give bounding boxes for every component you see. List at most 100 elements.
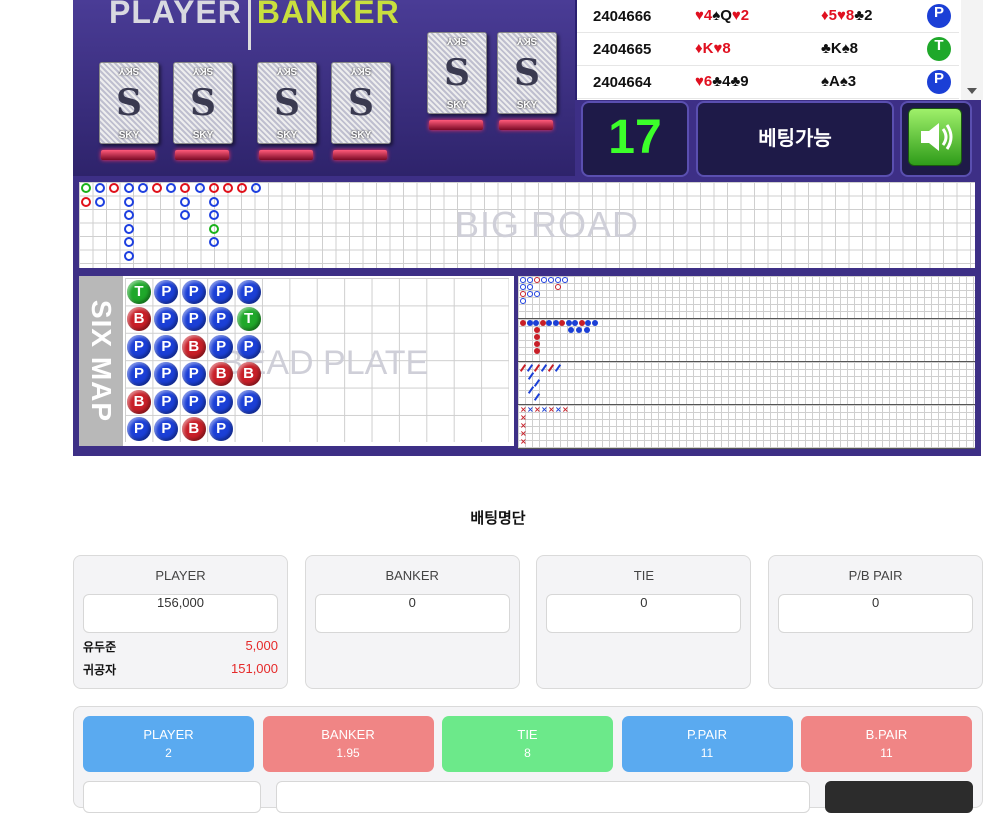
small-road-mark: [534, 348, 540, 354]
card-slot: [333, 150, 387, 160]
small-road-mark: [520, 320, 526, 326]
six-map-tab: SIX MAP: [79, 276, 123, 446]
player-ring: [180, 210, 191, 220]
cockroach-mark: [526, 364, 534, 372]
card-back: S SKY SKY: [427, 32, 487, 114]
round-id: 2404665: [593, 41, 652, 58]
big-eye-mark: [527, 284, 533, 290]
card-value: ♣4: [712, 73, 731, 90]
odds-value: 1.95: [336, 746, 360, 760]
player-cards: ♥4♠Q♥2: [695, 7, 749, 24]
player-ring: [137, 183, 148, 193]
player-side-label: PLAYER: [109, 0, 242, 30]
tie-ring: [81, 183, 91, 193]
player-ring: [123, 183, 134, 193]
card-symbol: S: [514, 52, 540, 94]
bead-b: B: [127, 389, 151, 414]
small-road-mark: [576, 327, 582, 333]
small-road-mark: [533, 320, 539, 326]
cockroach-mark: [527, 386, 535, 394]
card-symbol: S: [444, 52, 470, 94]
bet-total-field: 156,000: [83, 594, 278, 633]
baccarat-game-panel: PLAYER BANKER S SKY SKY S SKY SKY S SKY SKY S SKY SK…: [73, 0, 983, 456]
small-road-mark: [552, 320, 559, 326]
card-value: ♣K: [821, 40, 842, 57]
result-badge: P: [927, 70, 951, 94]
big-eye-mark: [520, 291, 526, 297]
banker-ring: [81, 196, 91, 207]
bead-p: P: [209, 417, 234, 441]
card-slot: [259, 150, 313, 160]
result-badge: P: [927, 4, 951, 28]
bead-b: B: [236, 362, 261, 387]
card-brand: SKY: [516, 35, 538, 46]
bead-p: P: [154, 334, 179, 359]
extra-mark: ×: [562, 405, 569, 414]
big-eye-mark: [520, 298, 526, 304]
speaker-icon: [921, 123, 953, 151]
card-brand: SKY: [118, 130, 140, 141]
player-ring: [208, 196, 219, 207]
bet-box-title: P/B PAIR: [848, 568, 903, 583]
card-value: ♥8: [837, 7, 855, 24]
odds-button-player[interactable]: PLAYER 2: [83, 716, 254, 772]
card-symbol: S: [274, 82, 300, 124]
bet-total-field: 0: [778, 594, 974, 633]
history-row[interactable]: 2404666 ♥4♠Q♥2 ♦5♥8♣2 P: [577, 0, 959, 33]
small-road-mark: [559, 320, 565, 326]
odds-name: B.PAIR: [865, 727, 908, 742]
big-eye-mark: [534, 277, 540, 283]
bead-p: P: [209, 389, 234, 414]
round-history-list: 2404666 ♥4♠Q♥2 ♦5♥8♣2 P 2404665 ♦K♥8 ♣K♠8 T 2404…: [575, 0, 983, 100]
player-ring: [194, 183, 205, 193]
bet-list-title: 배팅명단: [470, 509, 526, 527]
sound-toggle-button[interactable]: [908, 108, 962, 166]
sound-control: [900, 101, 972, 177]
odds-button-ppair[interactable]: P.PAIR 11: [621, 716, 793, 772]
odds-button-bpair[interactable]: B.PAIR 11: [801, 716, 972, 772]
card-slot: [429, 120, 483, 130]
history-row[interactable]: 2404665 ♦K♥8 ♣K♠8 T: [577, 33, 959, 66]
bead-p: P: [154, 280, 179, 304]
card-brand: SKY: [350, 65, 372, 76]
card-brand: SKY: [350, 130, 372, 141]
odds-button-tie[interactable]: TIE 8: [442, 716, 613, 772]
amount-input[interactable]: [276, 781, 810, 813]
card-back: S SKY SKY: [99, 62, 159, 144]
banker-cards: ♦5♥8♣2: [821, 7, 872, 24]
six-map-label: SIX MAP: [86, 299, 117, 423]
card-value: ♣9: [730, 73, 749, 90]
tie-ring: [208, 223, 219, 234]
big-eye-mark: [520, 277, 526, 283]
card-slot: [175, 150, 229, 160]
bead-p: P: [181, 389, 206, 414]
bet-box-title: PLAYER: [155, 568, 206, 583]
bead-b: B: [127, 307, 151, 332]
chip-input[interactable]: [83, 781, 261, 813]
bettor-name: 귀공자: [83, 663, 117, 677]
bettor-amount: 151,000: [231, 661, 278, 676]
player-cards: ♦K♥8: [695, 40, 731, 57]
confirm-bet-button[interactable]: [825, 781, 973, 813]
small-road-mark: [534, 334, 540, 340]
small-road-mark: [572, 320, 578, 326]
bettor-row: 유두준 5,000: [83, 638, 278, 655]
big-eye-mark: [534, 291, 540, 297]
odds-button-banker[interactable]: BANKER 1.95: [262, 716, 434, 772]
extra-mark: ×: [527, 405, 534, 414]
small-road-mark: [578, 320, 585, 326]
player-ring: [123, 223, 134, 234]
card-symbol: S: [348, 82, 374, 124]
history-scrollbar[interactable]: [961, 0, 983, 100]
player-ring: [208, 210, 219, 220]
cockroach-mark: [533, 393, 541, 401]
player-ring: [251, 183, 262, 193]
scroll-down-icon[interactable]: [967, 88, 977, 94]
small-road-mark: [534, 341, 540, 347]
extra-mark: ×: [548, 405, 555, 414]
bead-p: P: [154, 362, 179, 387]
card-value: ♥4: [695, 7, 713, 24]
card-value: ♦5: [821, 7, 837, 24]
player-ring: [95, 196, 106, 207]
history-row[interactable]: 2404664 ♥6♣4♣9 ♠A♠3 P: [577, 66, 959, 99]
